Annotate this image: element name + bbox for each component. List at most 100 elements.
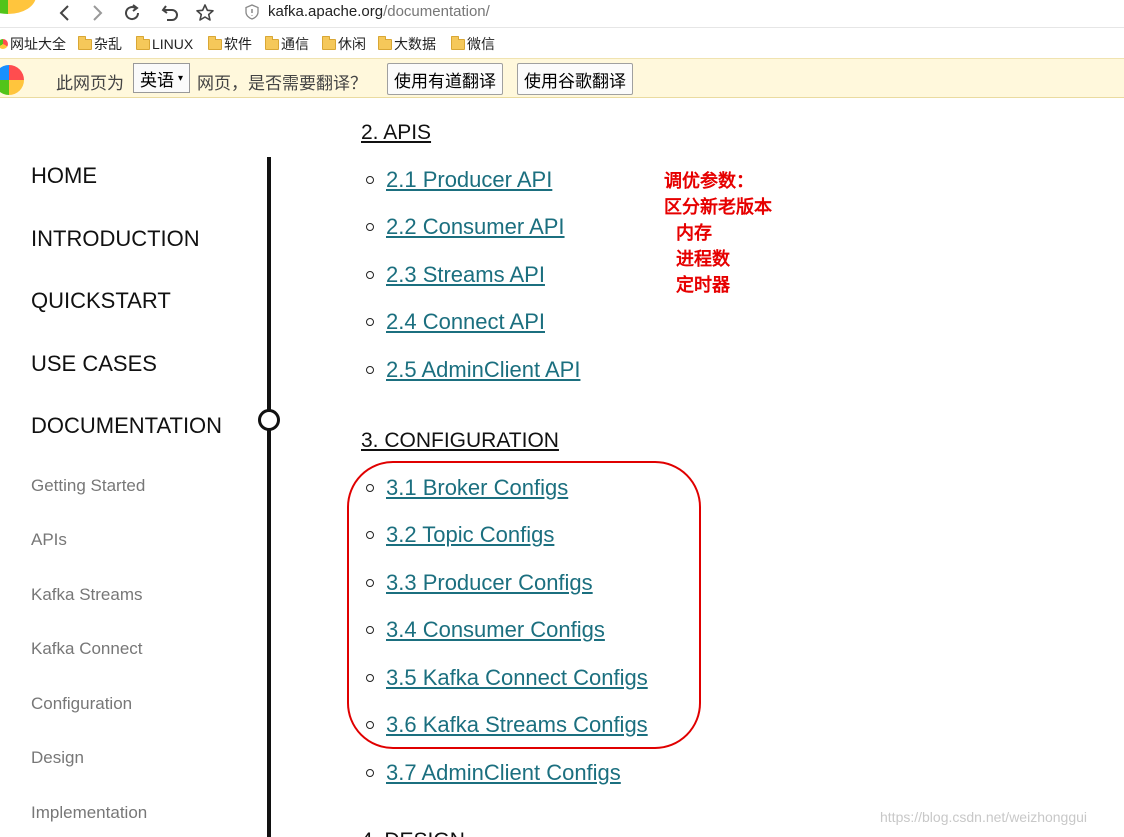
bullet-icon <box>366 626 374 634</box>
bullet-icon <box>366 484 374 492</box>
bookmark-dashuju[interactable]: 大数据 <box>378 35 436 53</box>
link-connect-api[interactable]: 2.4 Connect API <box>386 309 545 335</box>
link-adminclient-api[interactable]: 2.5 AdminClient API <box>386 357 580 383</box>
bullet-icon <box>366 531 374 539</box>
list-item: 2.4 Connect API <box>366 309 545 335</box>
section-heading-apis[interactable]: 2. APIS <box>361 121 431 145</box>
annotation-line: 进程数 <box>676 249 730 270</box>
list-item: 3.6 Kafka Streams Configs <box>366 712 648 738</box>
translate-bar: 此网页为 英语 ▾ 网页，是否需要翻译？ 使用有道翻译 使用谷歌翻译 <box>0 58 1124 98</box>
undo-icon[interactable] <box>157 1 183 25</box>
reload-icon[interactable] <box>119 1 145 25</box>
folder-icon <box>208 35 222 50</box>
link-producer-api[interactable]: 2.1 Producer API <box>386 167 552 193</box>
bullet-icon <box>366 271 374 279</box>
list-item: 2.2 Consumer API <box>366 214 565 240</box>
nav-quickstart[interactable]: QUICKSTART <box>31 288 171 314</box>
annotation-note: 调优参数： 区分新老版本 内存 进程数 定时器 <box>664 169 772 299</box>
watermark-text: https://blog.csdn.net/weizhonggui <box>880 809 1088 825</box>
nav-sub-implementation[interactable]: Implementation <box>31 803 147 823</box>
nav-sub-getting-started[interactable]: Getting Started <box>31 476 145 496</box>
list-item: 3.4 Consumer Configs <box>366 617 605 643</box>
bullet-icon <box>366 674 374 682</box>
folder-icon <box>265 35 279 50</box>
section-heading-design[interactable]: 4. DESIGN <box>361 829 465 837</box>
site-info-shield-icon[interactable] <box>244 4 260 20</box>
bookmark-label: 通信 <box>281 36 309 52</box>
address-bar-url[interactable]: kafka.apache.org/documentation/ <box>268 3 490 20</box>
link-producer-configs[interactable]: 3.3 Producer Configs <box>386 570 593 596</box>
bookmark-ruanjian[interactable]: 软件 <box>208 35 252 53</box>
nav-sub-kafka-connect[interactable]: Kafka Connect <box>31 639 143 659</box>
annotation-line: 定时器 <box>676 275 730 296</box>
bookmark-label: 微信 <box>467 36 495 52</box>
link-adminclient-configs[interactable]: 3.7 AdminClient Configs <box>386 760 621 786</box>
back-icon[interactable] <box>52 1 78 25</box>
translate-prefix-text: 此网页为 <box>56 74 124 93</box>
nav-sub-kafka-streams[interactable]: Kafka Streams <box>31 585 143 605</box>
folder-icon <box>451 35 465 50</box>
link-consumer-configs[interactable]: 3.4 Consumer Configs <box>386 617 605 643</box>
nav-timeline-current-dot <box>258 409 280 431</box>
bullet-icon <box>366 721 374 729</box>
bullet-icon <box>366 366 374 374</box>
dropdown-caret-icon: ▾ <box>178 72 184 84</box>
nav-introduction[interactable]: INTRODUCTION <box>31 226 200 252</box>
nav-timeline-line <box>267 157 271 837</box>
bookmark-linux[interactable]: LINUX <box>136 35 193 53</box>
nav-documentation[interactable]: DOCUMENTATION <box>31 413 222 439</box>
bookmark-label: 大数据 <box>394 36 436 52</box>
bookmark-weixin[interactable]: 微信 <box>451 35 495 53</box>
bookmarks-bar: 网址大全 杂乱 LINUX 软件 通信 休闲 大数据 微信 <box>0 29 1124 57</box>
bookmark-label: 休闲 <box>338 36 366 52</box>
youdao-translate-button[interactable]: 使用有道翻译 <box>387 63 503 95</box>
nav-sub-configuration[interactable]: Configuration <box>31 694 132 714</box>
bookmark-label: LINUX <box>152 36 194 52</box>
bullet-icon <box>366 579 374 587</box>
section-heading-configuration[interactable]: 3. CONFIGURATION <box>361 429 559 453</box>
link-streams-api[interactable]: 2.3 Streams API <box>386 262 545 288</box>
annotation-line: 区分新老版本 <box>664 197 772 218</box>
list-item: 3.5 Kafka Connect Configs <box>366 665 648 691</box>
list-item: 2.3 Streams API <box>366 262 545 288</box>
bullet-icon <box>366 318 374 326</box>
bookmark-zaluan[interactable]: 杂乱 <box>78 35 122 53</box>
translate-suffix-text: 网页，是否需要翻译？ <box>197 74 367 93</box>
link-kafka-connect-configs[interactable]: 3.5 Kafka Connect Configs <box>386 665 648 691</box>
browser-logo-icon <box>0 65 24 95</box>
bullet-icon <box>366 223 374 231</box>
nav-sub-apis[interactable]: APIs <box>31 530 67 550</box>
bookmark-label: 网址大全 <box>10 36 66 52</box>
bookmark-xiuxian[interactable]: 休闲 <box>322 35 366 53</box>
link-broker-configs[interactable]: 3.1 Broker Configs <box>386 475 568 501</box>
google-translate-button[interactable]: 使用谷歌翻译 <box>517 63 633 95</box>
bookmark-label: 软件 <box>224 36 252 52</box>
list-item: 3.2 Topic Configs <box>366 522 554 548</box>
list-item: 2.1 Producer API <box>366 167 552 193</box>
link-kafka-streams-configs[interactable]: 3.6 Kafka Streams Configs <box>386 712 648 738</box>
url-path: /documentation/ <box>383 3 490 20</box>
page-content: HOME INTRODUCTION QUICKSTART USE CASES D… <box>0 99 1124 837</box>
bullet-icon <box>366 176 374 184</box>
bookmark-star-icon[interactable] <box>192 1 218 25</box>
browser-toolbar: kafka.apache.org/documentation/ <box>0 0 1124 28</box>
link-topic-configs[interactable]: 3.2 Topic Configs <box>386 522 554 548</box>
forward-icon[interactable] <box>84 1 110 25</box>
list-item: 3.3 Producer Configs <box>366 570 593 596</box>
folder-icon <box>136 35 150 50</box>
site-dot-icon <box>0 39 8 49</box>
bookmark-wangzhi[interactable]: 网址大全 <box>0 35 66 53</box>
annotation-line: 调优参数： <box>664 171 754 192</box>
nav-use-cases[interactable]: USE CASES <box>31 351 157 377</box>
bookmark-tongxin[interactable]: 通信 <box>265 35 309 53</box>
language-select-value: 英语 <box>140 70 174 90</box>
nav-sub-design[interactable]: Design <box>31 748 84 768</box>
list-item: 3.7 AdminClient Configs <box>366 760 621 786</box>
language-select[interactable]: 英语 ▾ <box>133 63 191 93</box>
list-item: 2.5 AdminClient API <box>366 357 580 383</box>
link-consumer-api[interactable]: 2.2 Consumer API <box>386 214 565 240</box>
folder-icon <box>378 35 392 50</box>
url-host: kafka.apache.org <box>268 3 384 20</box>
folder-icon <box>322 35 336 50</box>
nav-home[interactable]: HOME <box>31 163 97 189</box>
